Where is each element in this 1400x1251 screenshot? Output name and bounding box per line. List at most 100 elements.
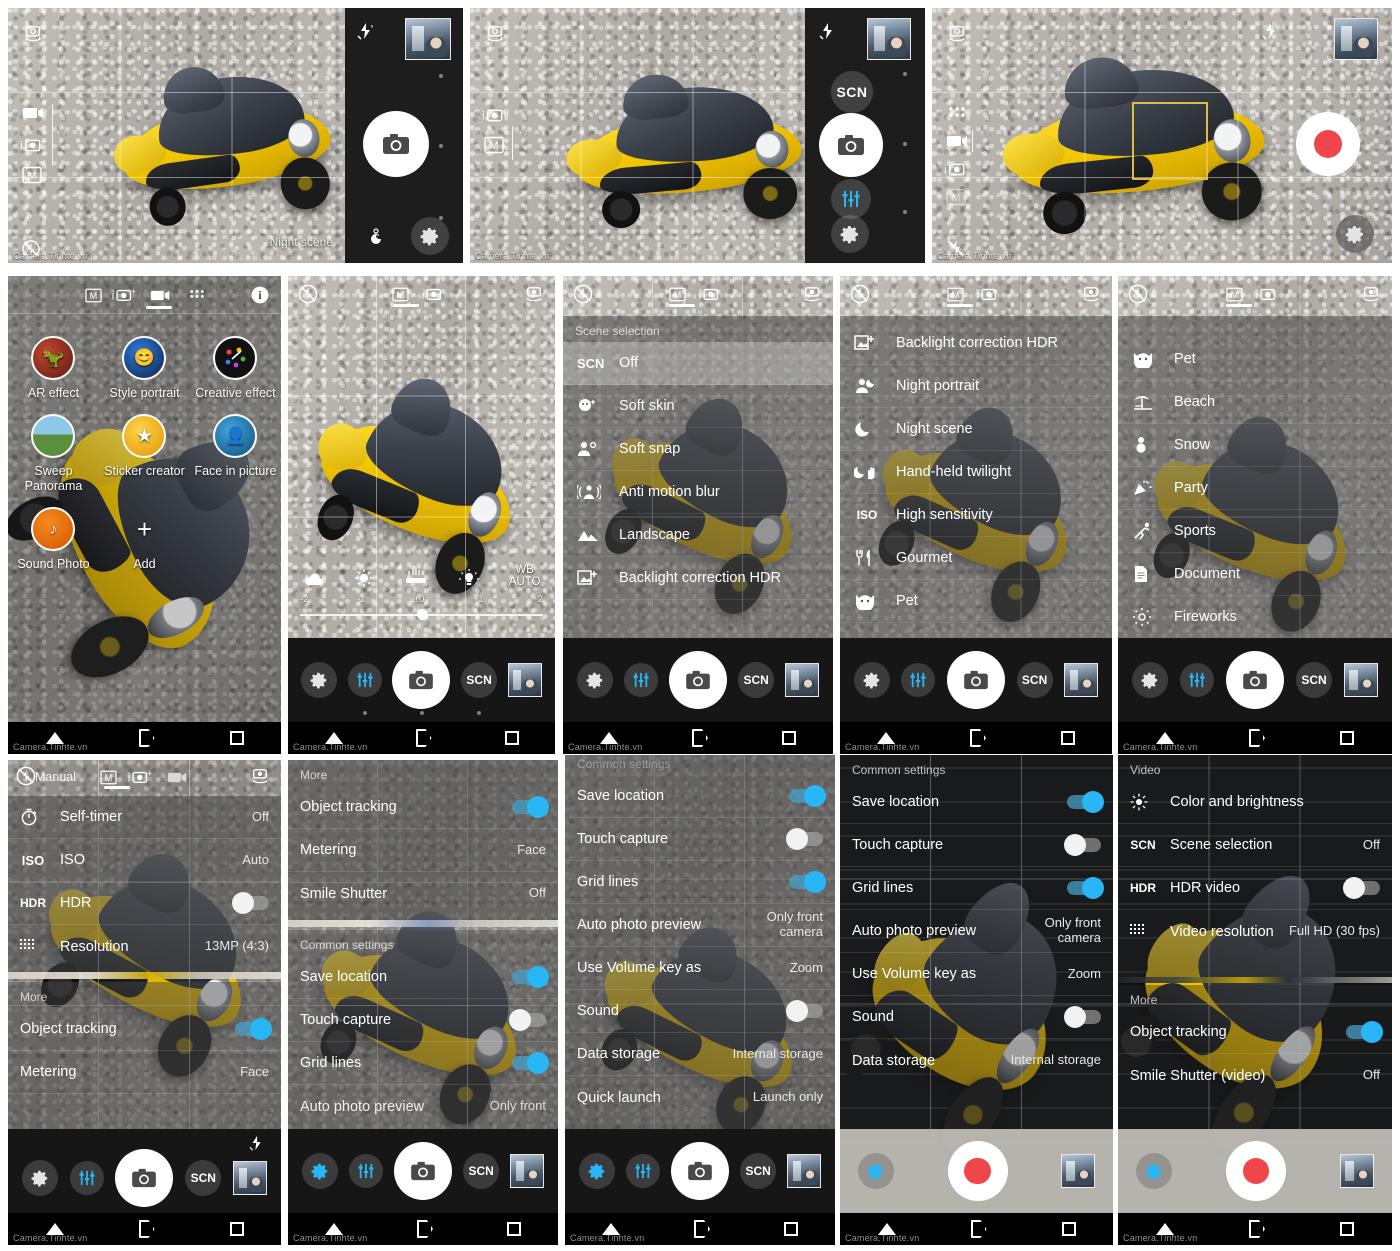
night-scene-icon[interactable] <box>367 227 385 249</box>
manual-mode-icon[interactable]: M <box>1225 287 1243 302</box>
panel-manual-landscape-preview[interactable]: i + M Night scene Camera.Tinhte.vn <box>8 8 463 263</box>
settings-gear-icon[interactable] <box>853 662 890 698</box>
setting-row-object-tracking[interactable]: Object tracking <box>288 786 558 829</box>
recents-icon[interactable] <box>1340 1222 1355 1236</box>
setting-row-scene-selection[interactable]: SCN Scene selection Off <box>1118 824 1392 867</box>
settings-gear-icon[interactable] <box>578 1153 615 1189</box>
scene-item-party[interactable]: Party <box>1118 467 1392 510</box>
setting-row-auto-photo-preview[interactable]: Auto photo preview Only front <box>288 1085 558 1128</box>
more-settings-group[interactable]: More Object tracking Metering Face <box>8 982 281 1129</box>
scene-item-anti-motion-blur[interactable]: Anti motion blur <box>563 471 833 514</box>
switch-camera-icon[interactable] <box>946 24 968 44</box>
scn-button[interactable]: SCN <box>1016 662 1053 698</box>
bottom-control-bar[interactable]: SCN <box>8 1129 281 1213</box>
iauto-mode-icon[interactable]: i <box>944 160 974 178</box>
scene-item-off[interactable]: SCN Off <box>563 342 833 385</box>
scene-item-handheld-twilight[interactable]: Hand-held twilight <box>840 451 1112 494</box>
setting-row-iso[interactable]: ISO ISO Auto <box>8 839 281 882</box>
photo-shutter-button[interactable] <box>1226 651 1284 709</box>
thumbnail[interactable] <box>510 1154 545 1188</box>
bottom-control-bar[interactable]: SCN <box>288 1129 558 1213</box>
bottom-control-bar[interactable]: SCN <box>1118 638 1392 722</box>
video-settings-group[interactable]: Video Color and brightness SCN Scene sel… <box>1118 755 1392 977</box>
save-location-toggle[interactable] <box>512 966 549 988</box>
scene-item-night-scene[interactable]: Night scene <box>840 408 1112 451</box>
photo-shutter-button[interactable] <box>392 651 451 709</box>
home-icon[interactable] <box>1248 1220 1265 1238</box>
manual-mode-icon[interactable]: M <box>100 770 117 785</box>
sliders-icon[interactable] <box>1180 663 1214 697</box>
grid-lines-toggle[interactable] <box>1067 877 1104 899</box>
setting-row-hdr[interactable]: HDR HDR <box>8 882 281 925</box>
manual-mode-icon[interactable]: M <box>392 287 409 302</box>
sliders-icon[interactable] <box>623 663 658 697</box>
video-record-button[interactable] <box>1296 112 1360 176</box>
recents-icon[interactable] <box>782 731 796 745</box>
photo-shutter-button[interactable] <box>668 651 727 709</box>
daylight-icon[interactable] <box>354 568 374 588</box>
sound-toggle[interactable] <box>786 1000 823 1022</box>
apps-grid-icon[interactable] <box>189 289 205 302</box>
setting-row-video-resolution[interactable]: Video resolution Full HD (30 fps) <box>1118 910 1392 953</box>
video-record-button[interactable] <box>1226 1141 1286 1201</box>
panel-manual-landscape-scn-preview[interactable]: i M Camera.Tinhte.vn SCN <box>470 8 925 263</box>
settings-gear-icon[interactable] <box>301 1153 338 1189</box>
mode-tab-bar[interactable]: M i + <box>8 760 281 794</box>
home-icon[interactable] <box>138 729 155 747</box>
switch-camera-icon[interactable] <box>249 768 271 786</box>
setting-row-auto-photo-preview[interactable]: Auto photo preview Only front camera <box>840 910 1113 953</box>
common-settings-group[interactable]: Common settings Save location Touch capt… <box>565 755 835 1129</box>
setting-row-metering[interactable]: Metering Face <box>8 1051 281 1094</box>
sliders-icon[interactable] <box>625 1154 660 1188</box>
app-item[interactable]: Creative effect <box>190 322 281 400</box>
scene-item-document[interactable]: Document <box>1118 553 1392 596</box>
panel-video-landscape-preview[interactable]: i M Camera.Tinhte.vn <box>932 8 1392 263</box>
recents-icon[interactable] <box>229 731 244 745</box>
grid-lines-toggle[interactable] <box>512 1052 549 1074</box>
video-record-button[interactable] <box>947 1141 1008 1201</box>
recents-icon[interactable] <box>784 1222 798 1236</box>
scene-item-landscape[interactable]: Landscape <box>563 514 833 557</box>
settings-gear-icon[interactable] <box>411 217 449 255</box>
iauto-mode-icon[interactable]: i <box>976 286 1006 302</box>
thumbnail[interactable] <box>405 18 451 60</box>
setting-row-save-location[interactable]: Save location <box>288 956 558 999</box>
scene-item-pet[interactable]: Pet <box>1118 338 1392 381</box>
thumbnail[interactable] <box>507 663 542 697</box>
fluorescent-icon[interactable] <box>403 568 429 588</box>
setting-row-touch-capture[interactable]: Touch capture <box>565 818 835 861</box>
panel-common-settings-photo[interactable]: Common settings Save location Touch capt… <box>565 755 835 1245</box>
save-location-toggle[interactable] <box>1067 791 1104 813</box>
setting-row-object-tracking[interactable]: Object tracking <box>1118 1011 1392 1054</box>
setting-row-hdr-video[interactable]: HDR HDR video <box>1118 867 1392 910</box>
cloudy-icon[interactable] <box>303 572 325 588</box>
panel-scene-selection-top[interactable]: M i Scene selection SCN Off Soft skin So… <box>563 276 833 754</box>
recents-icon[interactable] <box>229 1222 244 1236</box>
white-balance-row[interactable]: WB AUTO <box>288 554 555 588</box>
sliders-icon[interactable] <box>901 663 936 697</box>
thumbnail[interactable] <box>233 1161 268 1195</box>
settings-gear-icon[interactable] <box>858 1153 894 1189</box>
switch-camera-icon[interactable] <box>1080 286 1102 304</box>
scn-button[interactable]: SCN <box>461 662 498 698</box>
scene-item-fireworks[interactable]: Fireworks <box>1118 596 1392 639</box>
thumbnail[interactable] <box>867 18 911 60</box>
common-settings-group[interactable]: Common settings Save location Touch capt… <box>840 755 1113 1129</box>
recents-icon[interactable] <box>1340 731 1355 745</box>
front-flash-icon[interactable] <box>357 22 377 40</box>
add-icon[interactable]: + <box>122 507 166 551</box>
scene-item-pet[interactable]: Pet <box>840 580 1112 623</box>
iauto-mode-icon[interactable]: i + <box>127 769 157 785</box>
setting-row-quick-launch[interactable]: Quick launch Launch only <box>565 1076 835 1119</box>
recents-icon[interactable] <box>1061 1222 1076 1236</box>
app-item[interactable]: 🦖 AR effect <box>8 322 99 400</box>
bottom-control-bar[interactable] <box>840 1129 1113 1213</box>
switch-camera-icon[interactable] <box>523 286 545 304</box>
iauto-mode-icon[interactable]: i + <box>20 136 50 154</box>
home-icon[interactable] <box>415 729 432 747</box>
panel-scene-selection-middle[interactable]: M i Backlight correction HDR Night portr… <box>840 276 1112 754</box>
setting-row-object-tracking[interactable]: Object tracking <box>8 1008 281 1051</box>
photo-shutter-button[interactable] <box>363 111 429 177</box>
scene-item-beach[interactable]: Beach <box>1118 381 1392 424</box>
scene-item-high-sensitivity[interactable]: ISO High sensitivity <box>840 494 1112 537</box>
